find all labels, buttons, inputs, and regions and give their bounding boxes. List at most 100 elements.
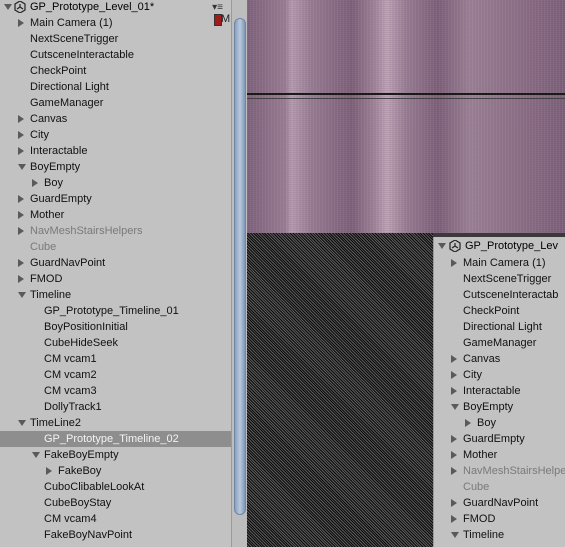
tree-item[interactable]: Main Camera (1) [434,255,565,271]
tree-item[interactable]: GP_Prototype_Timeline_01 [0,303,231,319]
expand-icon[interactable] [451,387,457,395]
expand-icon[interactable] [451,467,457,475]
tree-item[interactable]: Mother [0,207,231,223]
expand-icon[interactable] [451,371,457,379]
tree-item[interactable]: CM vcam2 [0,367,231,383]
tree-item[interactable]: FakeBoy [0,463,231,479]
collapse-icon[interactable] [18,420,26,426]
tree-item[interactable]: DollyTrack1 [0,399,231,415]
expand-icon[interactable] [451,499,457,507]
tree-item-label: GuardEmpty [30,193,92,205]
expand-icon[interactable] [18,195,24,203]
collapse-icon[interactable] [451,532,459,538]
tree-item[interactable]: City [434,367,565,383]
hierarchy-scrollbar[interactable] [231,0,247,547]
tree-item-label: NavMeshStairsHelpers [30,225,143,237]
expand-icon[interactable] [18,115,24,123]
tree-item[interactable]: FMOD [434,511,565,527]
expand-icon[interactable] [18,211,24,219]
tree-item[interactable]: CutsceneInteractable [0,47,231,63]
scene-header[interactable]: GP_Prototype_Lev [434,237,565,255]
tree-item[interactable]: CheckPoint [434,303,565,319]
tree-item[interactable]: CM vcam1 [0,351,231,367]
tree-item[interactable]: Boy [434,415,565,431]
collapse-icon[interactable] [18,164,26,170]
tree-item[interactable]: TimeLine2 [0,415,231,431]
tree-item[interactable]: BoyEmpty [434,399,565,415]
tree-item-label: Mother [463,449,498,461]
expand-icon[interactable] [18,147,24,155]
tree-item[interactable]: GP_Prototype_Timeline_02 [0,431,231,447]
tree-item[interactable]: Main Camera (1) [0,15,231,31]
collapse-icon[interactable] [4,4,12,10]
hierarchy-menu-icon[interactable]: ▾≡ [212,2,223,13]
tree-item[interactable]: Interactable [0,143,231,159]
expand-icon[interactable] [18,275,24,283]
tree-item-label: CheckPoint [30,65,87,77]
tree-item[interactable]: CubeBoyStay [0,495,231,511]
tree-item-label: Interactable [30,145,88,157]
tree-item[interactable]: Boy [0,175,231,191]
tree-item[interactable]: FakeBoyEmpty [0,447,231,463]
tree-item-label: DollyTrack1 [44,401,102,413]
collapse-icon[interactable] [438,243,446,249]
tree-item[interactable]: City [0,127,231,143]
tree-item[interactable]: Timeline [434,527,565,543]
tree-item[interactable]: NextSceneTrigger [0,31,231,47]
tree-item-label: CM vcam4 [44,513,97,525]
tree-item[interactable]: FMOD [0,271,231,287]
tree-item[interactable]: NavMeshStairsHelpe [434,463,565,479]
expand-icon[interactable] [451,451,457,459]
expand-icon[interactable] [32,179,38,187]
collapse-icon[interactable] [18,292,26,298]
tree-item-label: BoyEmpty [463,401,514,413]
tree-item[interactable]: Canvas [0,111,231,127]
tree-item[interactable]: Cube [0,239,231,255]
tree-item[interactable]: BoyEmpty [0,159,231,175]
expand-icon[interactable] [18,131,24,139]
tree-item[interactable]: CutsceneInteractab [434,287,565,303]
tree-item[interactable]: CuboClibableLookAt [0,479,231,495]
scene-view-noise [247,233,433,547]
tree-item[interactable]: CM vcam4 [0,511,231,527]
tree-item[interactable]: GuardNavPoint [0,255,231,271]
tree-item[interactable]: Canvas [434,351,565,367]
expand-icon[interactable] [18,227,24,235]
tree-item[interactable]: Directional Light [434,319,565,335]
tree-item[interactable]: Timeline [0,287,231,303]
expand-icon[interactable] [465,419,471,427]
tree-item[interactable]: CubeHideSeek [0,335,231,351]
tree-item[interactable]: NavMeshStairsHelpers [0,223,231,239]
expand-icon[interactable] [451,515,457,523]
tree-item[interactable]: Directional Light [0,79,231,95]
collapse-icon[interactable] [451,404,459,410]
expand-icon[interactable] [18,259,24,267]
tree-item-label: FMOD [463,513,496,525]
tree-item[interactable]: GuardEmpty [0,191,231,207]
tree-item-label: FMOD [30,273,63,285]
tree-item[interactable]: GameManager [434,335,565,351]
expand-icon[interactable] [451,435,457,443]
tree-item[interactable]: CheckPoint [0,63,231,79]
expand-icon[interactable] [451,259,457,267]
expand-icon[interactable] [46,467,52,475]
tree-item[interactable]: Mother [434,447,565,463]
tree-item[interactable]: FakeBoyNavPoint [0,527,231,543]
expand-icon[interactable] [451,355,457,363]
scrollbar-thumb[interactable] [234,18,246,515]
tree-item[interactable]: BoyPositionInitial [0,319,231,335]
tree-item[interactable]: Cube [434,479,565,495]
scene-header[interactable]: GP_Prototype_Level_01* ▾≡ [0,0,231,15]
collapse-icon[interactable] [32,452,40,458]
tree-item[interactable]: NextSceneTrigger [434,271,565,287]
tree-item-label: CutsceneInteractab [463,289,559,301]
tree-item[interactable]: CM vcam3 [0,383,231,399]
tree-item[interactable]: Interactable [434,383,565,399]
tree-item[interactable]: GuardNavPoint [434,495,565,511]
glitch-artifact-line [247,93,565,95]
expand-icon[interactable] [18,19,24,27]
tree-item[interactable]: GameManager [0,95,231,111]
hierarchy-panel: GP_Prototype_Level_01* ▾≡ Main Camera (1… [0,0,231,547]
tree-item[interactable]: GuardEmpty [434,431,565,447]
tree-item-label: GameManager [463,337,537,349]
